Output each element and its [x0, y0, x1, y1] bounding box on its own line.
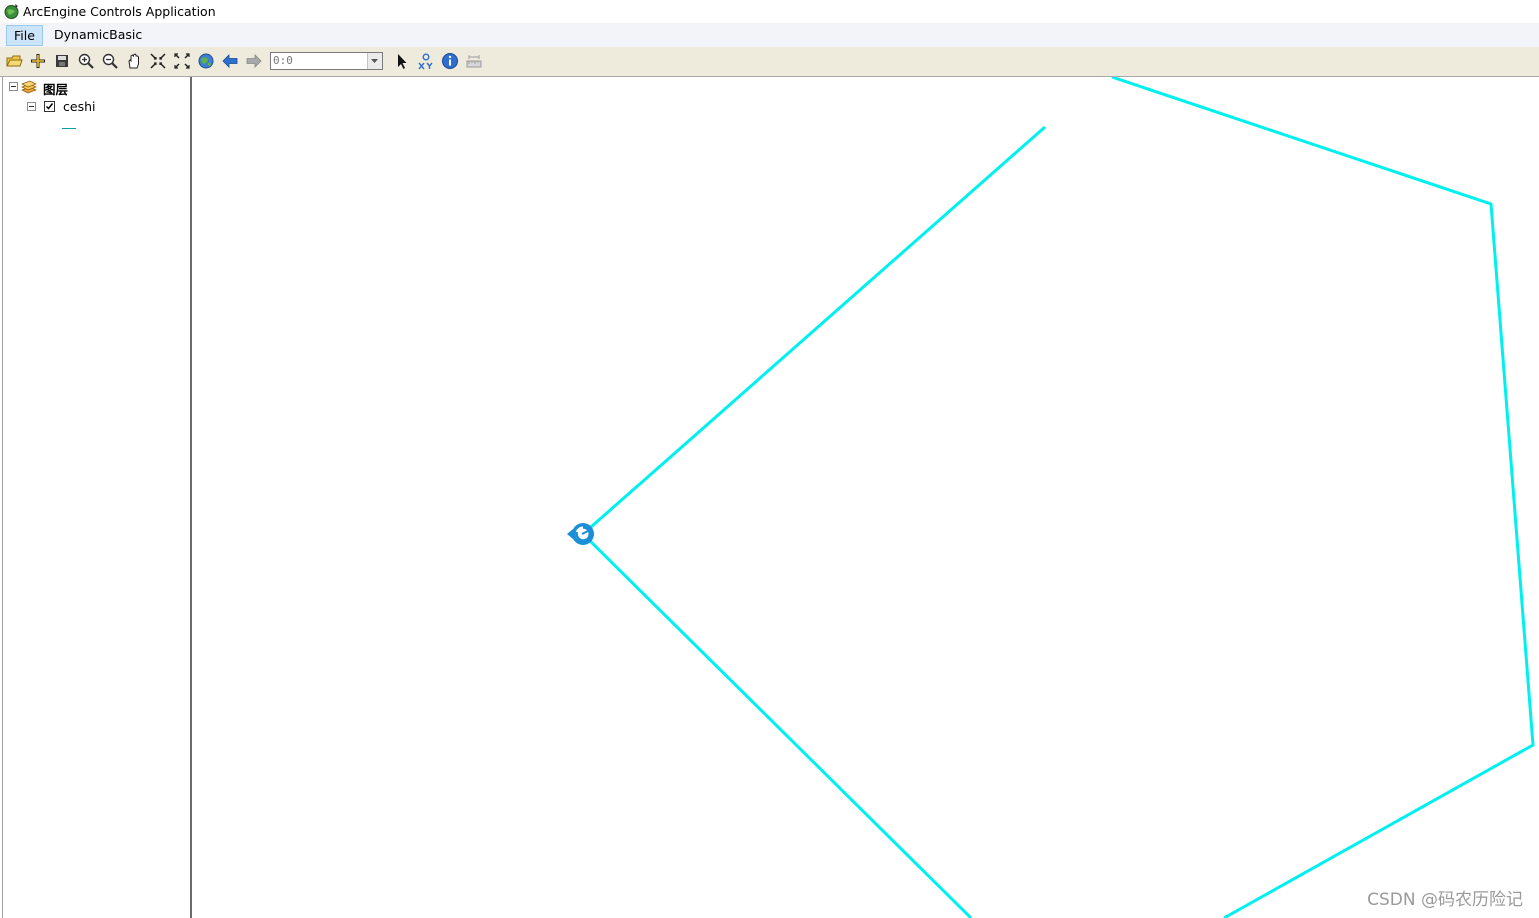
- traced-polyline: [580, 125, 1046, 918]
- chevron-down-icon[interactable]: [367, 53, 382, 69]
- title-bar: ArcEngine Controls Application: [0, 0, 1539, 23]
- dynamic-rotate-marker-icon: [566, 520, 594, 548]
- select-arrow-icon[interactable]: [393, 52, 411, 70]
- fixed-zoom-out-icon[interactable]: [173, 52, 191, 70]
- map-geometry: [580, 77, 1535, 918]
- full-extent-icon[interactable]: [197, 52, 215, 70]
- add-data-icon[interactable]: [29, 52, 47, 70]
- layer-visibility-checkbox[interactable]: [44, 101, 55, 112]
- table-of-contents: [2, 77, 191, 918]
- menu-file[interactable]: File: [6, 25, 43, 46]
- globe-app-icon: [3, 3, 20, 20]
- menu-bar: File DynamicBasic: [0, 23, 1539, 47]
- forward-icon[interactable]: [245, 52, 263, 70]
- go-to-xy-icon[interactable]: [417, 52, 435, 70]
- polygon-outline: [1111, 77, 1535, 918]
- menu-dynamicbasic[interactable]: DynamicBasic: [46, 25, 150, 44]
- zoom-in-icon[interactable]: [77, 52, 95, 70]
- toolbar: 0:0: [0, 47, 1539, 77]
- zoom-out-icon[interactable]: [101, 52, 119, 70]
- identify-icon[interactable]: [441, 52, 459, 70]
- open-document-icon[interactable]: [5, 52, 23, 70]
- toc-root-label[interactable]: 图层: [43, 79, 68, 98]
- collapse-layer-icon[interactable]: [27, 102, 36, 111]
- measure-icon[interactable]: [465, 52, 483, 70]
- map-scale-value: 0:0: [273, 54, 293, 67]
- map-scale-combo[interactable]: 0:0: [270, 52, 383, 70]
- save-icon[interactable]: [53, 52, 71, 70]
- fixed-zoom-in-icon[interactable]: [149, 52, 167, 70]
- collapse-layers-icon[interactable]: [9, 82, 18, 91]
- watermark: CSDN @码农历险记: [1367, 890, 1523, 910]
- layer-label-ceshi[interactable]: ceshi: [63, 99, 95, 114]
- layers-icon: [21, 80, 37, 94]
- layer-legend-symbol: [62, 128, 76, 129]
- back-icon[interactable]: [221, 52, 239, 70]
- window-title: ArcEngine Controls Application: [23, 4, 216, 19]
- pan-icon[interactable]: [125, 52, 143, 70]
- map-view[interactable]: [192, 77, 1539, 918]
